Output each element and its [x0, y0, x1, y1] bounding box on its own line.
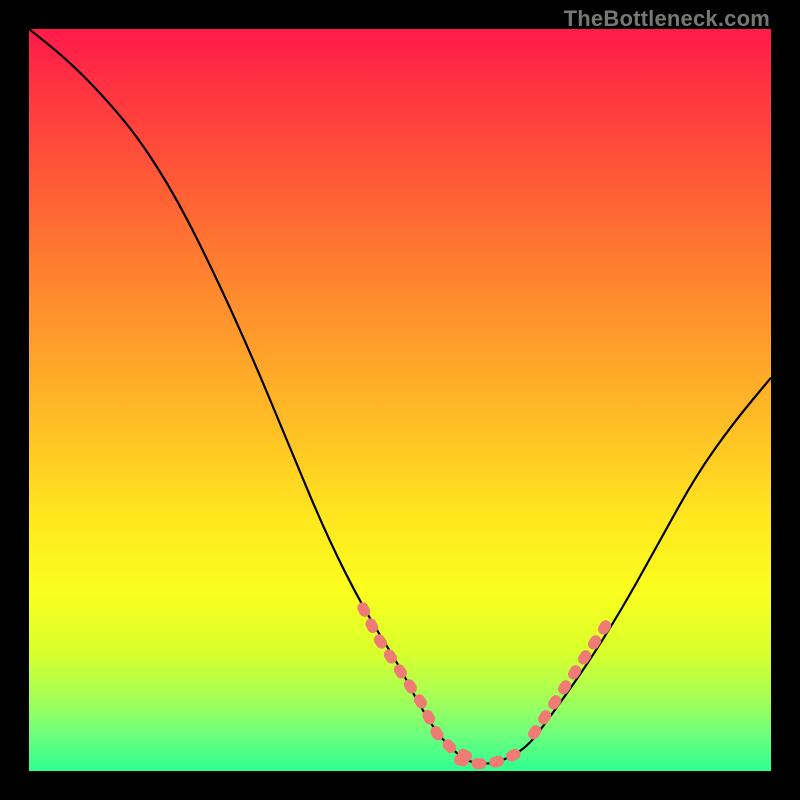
highlight-left — [363, 608, 467, 756]
bottleneck-curve — [29, 29, 771, 764]
curve-group — [29, 29, 771, 764]
chart-overlay — [29, 29, 771, 771]
highlight-group — [363, 608, 608, 764]
plot-area — [29, 29, 771, 771]
watermark-text: TheBottleneck.com — [564, 6, 770, 32]
chart-frame: TheBottleneck.com — [0, 0, 800, 800]
highlight-right — [534, 623, 608, 734]
